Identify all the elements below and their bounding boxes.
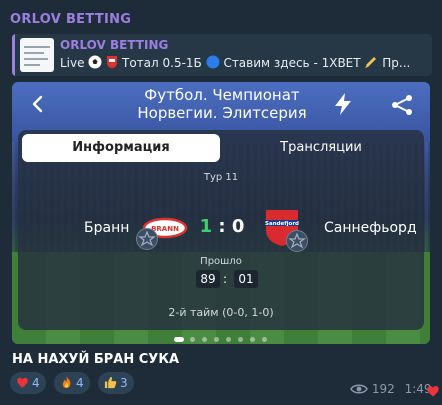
tab-streams[interactable]: Трансляции [222,134,420,162]
match-title: Футбол. Чемпионат Норвегии. Элитсерия [122,86,322,122]
carousel-dot[interactable] [250,337,255,342]
reaction-count: 4 [76,376,84,390]
reaction-fire[interactable]: 4 [54,372,90,394]
post-meta: 192 1:49 [350,382,432,396]
tab-information[interactable]: Информация [22,134,220,162]
carousel-dot[interactable] [202,337,207,342]
home-team-name: Бранн [84,220,130,236]
reaction-thumbs-up[interactable]: 3 [98,372,134,394]
carousel-dot[interactable] [214,337,219,342]
elapsed-label: Прошло [200,256,242,267]
carousel-dot[interactable] [174,337,184,342]
match-title-line2: Норвегии. Элитсерия [137,104,307,122]
score-home: 1 [199,216,213,237]
reaction-count: 3 [120,376,128,390]
reaction-count: 4 [32,376,40,390]
timer-minutes: 89 [196,270,220,288]
favorite-away-star-icon[interactable] [286,230,308,252]
reply-text: Live Тотал 0.5-1Б Ставим здесь - 1XBET П… [60,55,428,70]
carousel-dot[interactable] [190,337,195,342]
reply-text-bet: Ставим здесь - 1XBET [223,56,361,70]
reply-thumbnail [20,38,54,72]
thumbs-up-icon [104,376,117,389]
heart-icon [17,377,28,388]
score-separator: : [218,216,226,237]
message-text: НА НАХУЙ БРАН СУКА [12,352,180,367]
match-timer: 89 : 01 [196,270,258,290]
reply-text-total: Тотал 0.5-1Б [122,56,202,70]
carousel-dot[interactable] [226,337,231,342]
carousel-dot[interactable] [262,337,267,342]
timer-separator: : [223,272,228,286]
match-card[interactable]: Футбол. Чемпионат Норвегии. Элитсерия Ин… [12,82,430,344]
tab-bar: Информация Трансляции [22,134,420,162]
reply-text-live: Live [60,56,85,70]
reaction-heart[interactable]: 4 [10,372,46,394]
match-title-line1: Футбол. Чемпионат [144,86,300,104]
away-team-name: Саннефьорд [324,220,417,236]
sandefjord-logo-text: Sandefjord [265,221,299,227]
match-info-panel: Информация Трансляции Тур 11 Бранн BRANN… [18,130,424,330]
blue-circle-icon [206,55,220,69]
score: 1 : 0 [190,216,254,237]
round-label: Тур 11 [203,172,239,183]
timer-seconds: 01 [234,270,258,288]
back-arrow-icon[interactable] [28,94,48,114]
heart-icon [427,385,439,397]
favorite-home-star-icon[interactable] [136,228,158,250]
club-badge-icon [107,56,118,69]
soccer-ball-icon [88,55,102,69]
reply-title: ORLOV BETTING [60,38,169,52]
reply-text-tail: Пр... [382,56,411,70]
carousel-dots [174,337,270,343]
channel-post: ORLOV BETTING ORLOV BETTING Live Тотал 0… [0,0,442,405]
views-count: 192 [371,382,395,396]
carousel-dot[interactable] [238,337,243,342]
score-away: 0 [231,216,245,237]
writing-hand-icon [365,57,377,68]
reply-accent-bar [12,34,15,76]
fire-icon [62,376,71,389]
reply-preview[interactable]: ORLOV BETTING Live Тотал 0.5-1Б Ставим з… [12,34,432,76]
half-score-info: 2-й тайм (0-0, 1-0) [168,306,274,319]
lightning-icon[interactable] [332,92,354,116]
channel-name[interactable]: ORLOV BETTING [10,12,131,27]
share-icon[interactable] [390,94,414,116]
eye-icon [350,384,368,394]
